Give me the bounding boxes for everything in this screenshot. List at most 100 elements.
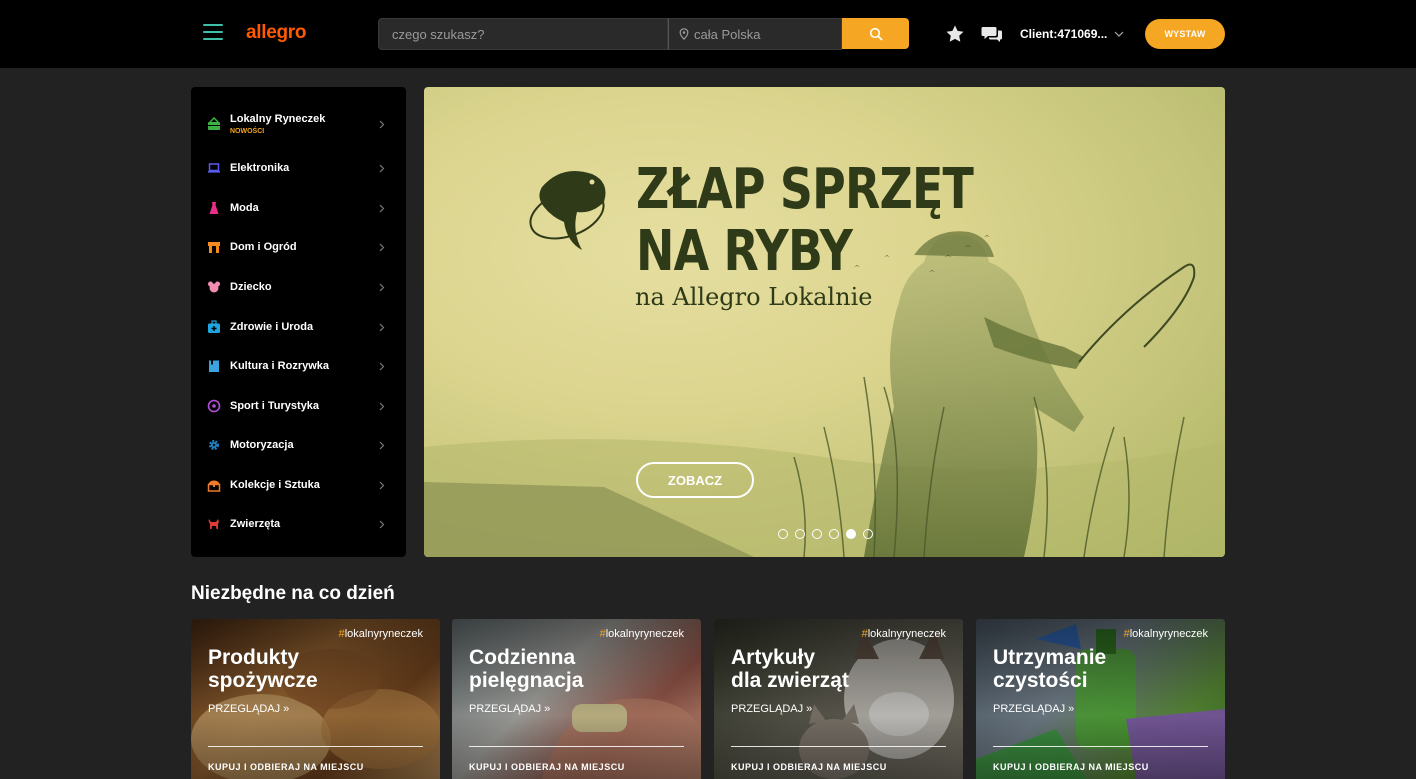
carousel-dot-4[interactable] <box>829 529 839 539</box>
chevron-down-icon <box>1114 31 1124 37</box>
basket-icon <box>207 117 221 131</box>
sidebar-item-moda[interactable]: Moda <box>191 193 406 223</box>
sidebar-item-label: Motoryzacja <box>230 439 294 451</box>
card-title: Utrzymanie czystości <box>993 646 1107 692</box>
sidebar-item-lokalny-ryneczek[interactable]: Lokalny Ryneczek NOWOŚCI <box>191 109 406 139</box>
search-button[interactable] <box>842 18 909 49</box>
sidebar-item-label: Dziecko <box>230 281 272 293</box>
sell-button[interactable]: WYSTAW <box>1145 19 1225 49</box>
sidebar-item-zwierzeta[interactable]: Zwierzęta <box>191 509 406 539</box>
sidebar-item-label: Dom i Ogród <box>230 241 297 253</box>
card-title: Codzienna pielęgnacja <box>469 646 584 692</box>
browse-link[interactable]: PRZEGLĄDAJ » <box>731 703 812 715</box>
hashtag-label: #lokalnyryneczek <box>338 628 423 640</box>
banner-headline-line2: NA RYBY <box>636 219 853 284</box>
book-icon <box>207 359 221 373</box>
chevron-right-icon <box>379 323 385 331</box>
carousel-dots <box>778 529 880 539</box>
card-footer: KUPUJ I ODBIERAJ NA MIEJSCU <box>731 762 887 772</box>
medkit-icon <box>207 320 221 334</box>
sidebar-item-label: Kultura i Rozrywka <box>230 360 330 372</box>
card-footer: KUPUJ I ODBIERAJ NA MIEJSCU <box>993 762 1149 772</box>
carousel-dot-3[interactable] <box>812 529 822 539</box>
hashtag-label: #lokalnyryneczek <box>1123 628 1208 640</box>
carousel-dot-5[interactable] <box>846 529 856 539</box>
sidebar-item-label: Elektronika <box>230 162 290 174</box>
location-pin-icon <box>679 28 689 40</box>
fish-logo-icon <box>529 170 606 250</box>
category-card-utrzymanie-czystosci[interactable]: #lokalnyryneczek Utrzymanie czystości PRZ… <box>976 619 1225 779</box>
card-footer: KUPUJ I ODBIERAJ NA MIEJSCU <box>208 762 364 772</box>
top-bar: allegro cała Polska Client:471069... WYS… <box>0 0 1416 68</box>
sidebar-item-elektronika[interactable]: Elektronika <box>191 153 406 183</box>
zobacz-button[interactable]: ZOBACZ <box>636 462 754 498</box>
sidebar-item-label: Moda <box>230 202 259 214</box>
card-divider <box>993 746 1208 747</box>
hashtag-label: #lokalnyryneczek <box>599 628 684 640</box>
new-badge: NOWOŚCI <box>230 128 265 135</box>
category-sidebar: Lokalny Ryneczek NOWOŚCI Elektronika Mod… <box>191 87 406 557</box>
dog-icon <box>207 517 221 531</box>
chevron-right-icon <box>379 204 385 212</box>
carousel-dot-2[interactable] <box>795 529 805 539</box>
browse-link[interactable]: PRZEGLĄDAJ » <box>469 703 550 715</box>
promo-banner[interactable]: ZŁAP SPRZĘT NA RYBY na Allegro Lokalnie … <box>424 87 1225 557</box>
house-icon <box>207 240 221 254</box>
sidebar-item-sport-i-turystyka[interactable]: Sport i Turystyka <box>191 391 406 421</box>
sidebar-item-kolekcje-i-sztuka[interactable]: Kolekcje i Sztuka <box>191 470 406 500</box>
carousel-dot-1[interactable] <box>778 529 788 539</box>
sidebar-item-label: Zwierzęta <box>230 518 281 530</box>
card-title: Artykuły dla zwierząt <box>731 646 849 692</box>
sidebar-item-dom-i-ogrod[interactable]: Dom i Ogród <box>191 232 406 262</box>
sidebar-item-motoryzacja[interactable]: Motoryzacja <box>191 430 406 460</box>
sidebar-item-label: Lokalny Ryneczek <box>230 113 326 125</box>
card-title: Produkty spożywcze <box>208 646 318 692</box>
search-input[interactable] <box>378 18 668 50</box>
chevron-right-icon <box>379 243 385 251</box>
chevron-right-icon <box>379 481 385 489</box>
category-card-artykuly-dla-zwierzat[interactable]: #lokalnyryneczek Artykuły dla zwierząt PR… <box>714 619 963 779</box>
client-label: Client:471069... <box>1020 27 1108 41</box>
laptop-icon <box>207 161 221 175</box>
sidebar-item-label: Sport i Turystyka <box>230 400 320 412</box>
chevron-right-icon <box>379 362 385 370</box>
chevron-right-icon <box>379 164 385 172</box>
banner-headline: ZŁAP SPRZĘT NA RYBY <box>636 157 974 284</box>
star-icon[interactable] <box>945 24 965 44</box>
sidebar-item-zdrowie-i-uroda[interactable]: Zdrowie i Uroda <box>191 312 406 342</box>
card-divider <box>469 746 684 747</box>
hamburger-menu-icon[interactable] <box>203 24 223 42</box>
browse-link[interactable]: PRZEGLĄDAJ » <box>993 703 1074 715</box>
gear-icon <box>207 438 221 452</box>
card-divider <box>731 746 946 747</box>
category-card-produkty-spozywcze[interactable]: #lokalnyryneczek Produkty spożywcze PRZEG… <box>191 619 440 779</box>
chevron-right-icon <box>379 120 385 128</box>
chevron-right-icon <box>379 441 385 449</box>
search-icon <box>869 27 882 40</box>
messages-icon[interactable] <box>981 24 1003 44</box>
location-select[interactable]: cała Polska <box>668 18 842 50</box>
dress-icon <box>207 201 221 215</box>
browse-link[interactable]: PRZEGLĄDAJ » <box>208 703 289 715</box>
chevron-right-icon <box>379 283 385 291</box>
category-card-codzienna-pielegnacja[interactable]: #lokalnyryneczek Codzienna pielęgnacja PR… <box>452 619 701 779</box>
card-footer: KUPUJ I ODBIERAJ NA MIEJSCU <box>469 762 625 772</box>
sidebar-item-kultura-i-rozrywka[interactable]: Kultura i Rozrywka <box>191 351 406 381</box>
card-divider <box>208 746 423 747</box>
section-title: Niezbędne na co dzień <box>191 583 395 604</box>
chevron-right-icon <box>379 520 385 528</box>
user-account-menu[interactable]: Client:471069... <box>1020 27 1124 41</box>
location-label: cała Polska <box>694 26 761 42</box>
chest-icon <box>207 478 221 492</box>
chevron-right-icon <box>379 402 385 410</box>
sidebar-item-label: Zdrowie i Uroda <box>230 321 314 333</box>
allegro-logo[interactable]: allegro <box>246 22 307 44</box>
banner-headline-line1: ZŁAP SPRZĘT <box>636 157 974 222</box>
banner-subtitle: na Allegro Lokalnie <box>635 283 873 311</box>
ball-icon <box>207 399 221 413</box>
hashtag-label: #lokalnyryneczek <box>861 628 946 640</box>
carousel-dot-6[interactable] <box>863 529 873 539</box>
sidebar-item-dziecko[interactable]: Dziecko <box>191 272 406 302</box>
teddy-icon <box>207 280 221 294</box>
sidebar-item-label: Kolekcje i Sztuka <box>230 479 320 491</box>
